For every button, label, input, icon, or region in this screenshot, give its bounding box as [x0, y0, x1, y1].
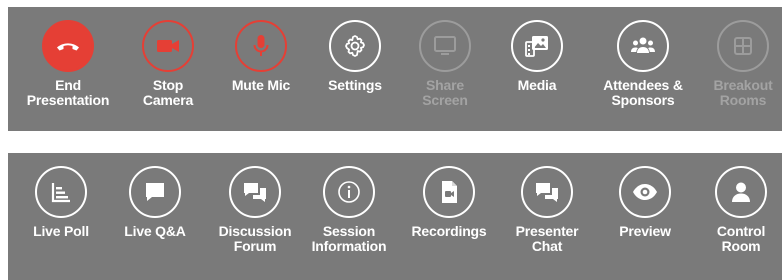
end-presentation-label: End Presentation — [18, 78, 118, 108]
label-line: Presentation — [26, 92, 110, 108]
live-poll-circle[interactable] — [35, 166, 87, 218]
recordings-label: Recordings — [399, 224, 499, 239]
label-line: Information — [311, 238, 387, 254]
mute-mic-circle[interactable] — [235, 20, 287, 72]
attendees-sponsors-circle[interactable] — [617, 20, 669, 72]
gear-icon — [345, 35, 365, 57]
share-screen-button: Share Screen — [400, 20, 490, 108]
label-line: Breakout — [713, 77, 773, 93]
recordings-circle[interactable] — [423, 166, 475, 218]
control-room-circle[interactable] — [715, 166, 767, 218]
presenter-toolbar: End Presentation Stop Camera Mute Mic Se… — [8, 7, 782, 131]
stop-camera-button[interactable]: Stop Camera — [123, 20, 213, 108]
settings-label: Settings — [305, 78, 405, 93]
discussion-forum-button[interactable]: Discussion Forum — [210, 166, 300, 254]
preview-button[interactable]: Preview — [600, 166, 690, 239]
mute-mic-label: Mute Mic — [211, 78, 311, 93]
presenter-chat-button[interactable]: Presenter Chat — [502, 166, 592, 254]
discussion-forum-label: Discussion Forum — [205, 224, 305, 254]
label-line: Mute Mic — [231, 77, 291, 93]
people-group-icon — [631, 37, 655, 53]
live-poll-label: Live Poll — [11, 224, 111, 239]
breakout-rooms-button: Breakout Rooms — [698, 20, 782, 108]
settings-circle[interactable] — [329, 20, 381, 72]
mute-mic-button[interactable]: Mute Mic — [216, 20, 306, 93]
settings-button[interactable]: Settings — [310, 20, 400, 93]
presenter-chat-label: Presenter Chat — [497, 224, 597, 254]
label-line: Presenter — [515, 223, 579, 239]
microphone-icon — [253, 35, 269, 56]
control-room-label: Control Room — [691, 224, 782, 254]
chat-bubbles-icon — [536, 183, 558, 202]
label-line: Recordings — [411, 223, 487, 239]
session-information-circle[interactable] — [323, 166, 375, 218]
label-line: Forum — [233, 238, 277, 254]
label-line: Room — [721, 238, 761, 254]
session-toolbar: Live Poll Live Q&A Discussion Forum Sess… — [8, 153, 782, 280]
session-information-button[interactable]: Session Information — [304, 166, 394, 254]
grid-icon — [734, 37, 752, 55]
breakout-rooms-circle — [717, 20, 769, 72]
media-button[interactable]: Media — [492, 20, 582, 93]
breakout-rooms-label: Breakout Rooms — [693, 78, 782, 108]
label-line: Attendees & — [603, 77, 683, 93]
label-line: Sponsors — [611, 92, 675, 108]
label-line: Share — [426, 77, 464, 93]
poll-chart-icon — [51, 183, 70, 203]
attendees-sponsors-label: Attendees & Sponsors — [593, 78, 693, 108]
info-icon — [338, 181, 360, 203]
chat-bubbles-icon — [244, 183, 266, 202]
control-room-button[interactable]: Control Room — [696, 166, 782, 254]
end-presentation-button[interactable]: End Presentation — [23, 20, 113, 108]
stop-camera-label: Stop Camera — [118, 78, 218, 108]
phone-hangup-icon — [57, 43, 79, 51]
recordings-button[interactable]: Recordings — [404, 166, 494, 239]
label-line: Settings — [328, 77, 382, 93]
label-line: Discussion — [218, 223, 292, 239]
label-line: Preview — [619, 223, 671, 239]
label-line: Rooms — [719, 92, 767, 108]
presenter-chat-circle[interactable] — [521, 166, 573, 218]
label-line: Chat — [531, 238, 563, 254]
label-line: Stop — [152, 77, 184, 93]
label-line: Live Q&A — [124, 223, 186, 239]
stop-camera-circle[interactable] — [142, 20, 194, 72]
label-line: Screen — [422, 92, 468, 108]
media-icon — [525, 36, 548, 57]
media-label: Media — [487, 78, 587, 93]
discussion-forum-circle[interactable] — [229, 166, 281, 218]
attendees-sponsors-button[interactable]: Attendees & Sponsors — [598, 20, 688, 108]
label-line: Session — [322, 223, 376, 239]
share-screen-circle — [419, 20, 471, 72]
speech-bubble-icon — [146, 183, 164, 201]
preview-circle[interactable] — [619, 166, 671, 218]
media-circle[interactable] — [511, 20, 563, 72]
session-information-label: Session Information — [299, 224, 399, 254]
recording-file-icon — [442, 181, 457, 203]
eye-icon — [633, 184, 657, 200]
preview-label: Preview — [595, 224, 695, 239]
share-screen-label: Share Screen — [395, 78, 495, 108]
label-line: Live Poll — [33, 223, 89, 239]
label-line: Media — [517, 77, 557, 93]
label-line: End — [55, 77, 81, 93]
label-line: Control — [716, 223, 766, 239]
live-qa-label: Live Q&A — [105, 224, 205, 239]
live-qa-circle[interactable] — [129, 166, 181, 218]
live-qa-button[interactable]: Live Q&A — [110, 166, 200, 239]
label-line: Camera — [142, 92, 194, 108]
video-camera-icon — [157, 40, 179, 52]
live-poll-button[interactable]: Live Poll — [16, 166, 106, 239]
end-presentation-circle[interactable] — [42, 20, 94, 72]
user-icon — [732, 182, 750, 202]
monitor-icon — [434, 36, 456, 55]
